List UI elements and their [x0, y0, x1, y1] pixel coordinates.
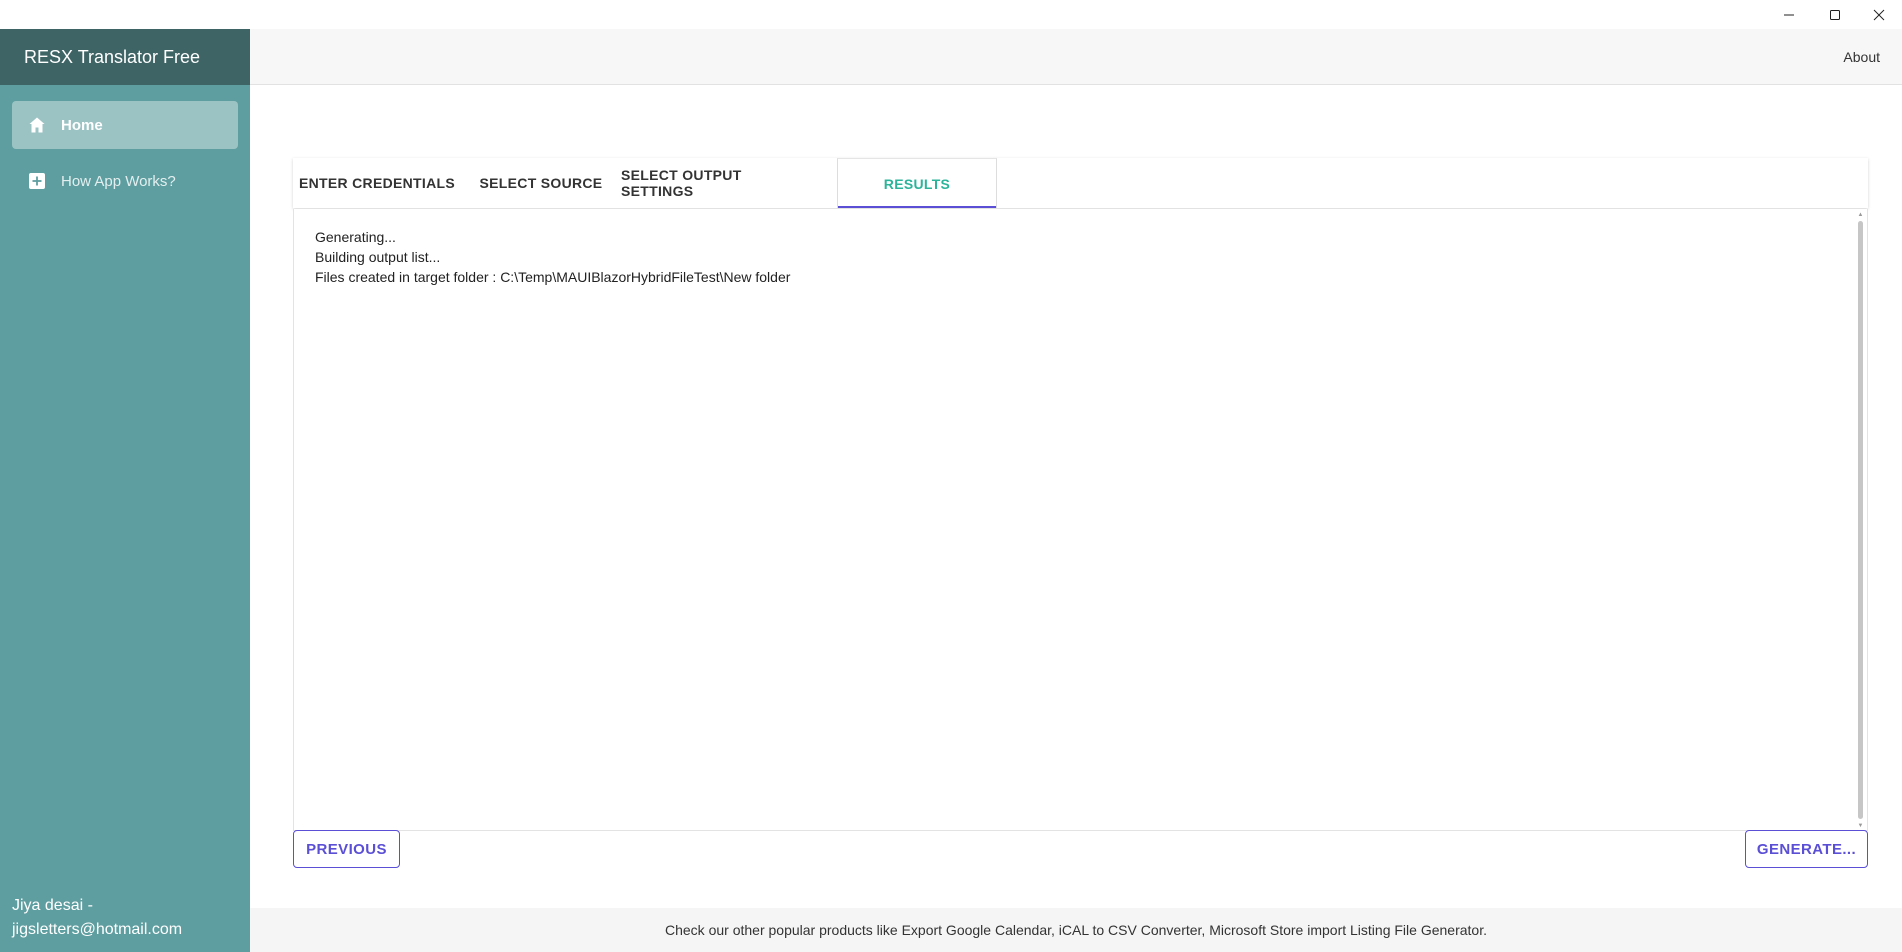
scroll-down-icon[interactable]: ▼ [1857, 822, 1864, 829]
sidebar: RESX Translator Free Home How App Works?… [0, 29, 250, 952]
user-info: Jiya desai - jigsletters@hotmail.com [12, 894, 182, 942]
results-output-area[interactable]: Generating... Building output list... Fi… [293, 209, 1868, 831]
vertical-scrollbar[interactable]: ▲ ▼ [1857, 211, 1864, 829]
log-line: Files created in target folder : C:\Temp… [315, 269, 791, 285]
about-link[interactable]: About [1843, 29, 1880, 85]
close-button[interactable] [1856, 0, 1902, 29]
maximize-button[interactable] [1812, 0, 1858, 29]
tab-select-source[interactable]: SELECT SOURCE [461, 158, 621, 208]
plus-box-icon [27, 171, 47, 191]
sidebar-item-label: Home [61, 116, 103, 134]
log-line: Building output list... [315, 249, 441, 265]
user-email: jigsletters@hotmail.com [12, 921, 183, 938]
scroll-up-icon[interactable]: ▲ [1857, 211, 1864, 218]
minimize-button[interactable] [1766, 0, 1812, 29]
minimize-icon [1784, 14, 1794, 15]
log-line: Generating... [315, 229, 396, 245]
window-titlebar [0, 0, 1902, 29]
sidebar-item-home[interactable]: Home [12, 101, 238, 149]
generate-button[interactable]: GENERATE... [1745, 830, 1868, 868]
scroll-thumb[interactable] [1858, 221, 1863, 819]
tab-results[interactable]: RESULTS [837, 158, 997, 208]
user-name: Jiya desai - [12, 897, 93, 914]
top-app-bar: About [250, 29, 1902, 85]
maximize-icon [1830, 9, 1840, 20]
results-log: Generating... Building output list... Fi… [315, 227, 790, 287]
tab-enter-credentials[interactable]: ENTER CREDENTIALS [293, 158, 461, 208]
home-icon [27, 115, 47, 135]
wizard-tabs: ENTER CREDENTIALS SELECT SOURCE SELECT O… [293, 158, 1868, 208]
sidebar-item-label: How App Works? [61, 172, 176, 190]
sidebar-item-how-app-works[interactable]: How App Works? [12, 157, 238, 205]
app-title: RESX Translator Free [0, 29, 250, 85]
close-icon [1873, 9, 1885, 20]
previous-button[interactable]: PREVIOUS [293, 830, 400, 868]
tab-select-output-settings[interactable]: SELECT OUTPUT SETTINGS [621, 158, 801, 208]
footer-promo: Check our other popular products like Ex… [250, 908, 1902, 952]
